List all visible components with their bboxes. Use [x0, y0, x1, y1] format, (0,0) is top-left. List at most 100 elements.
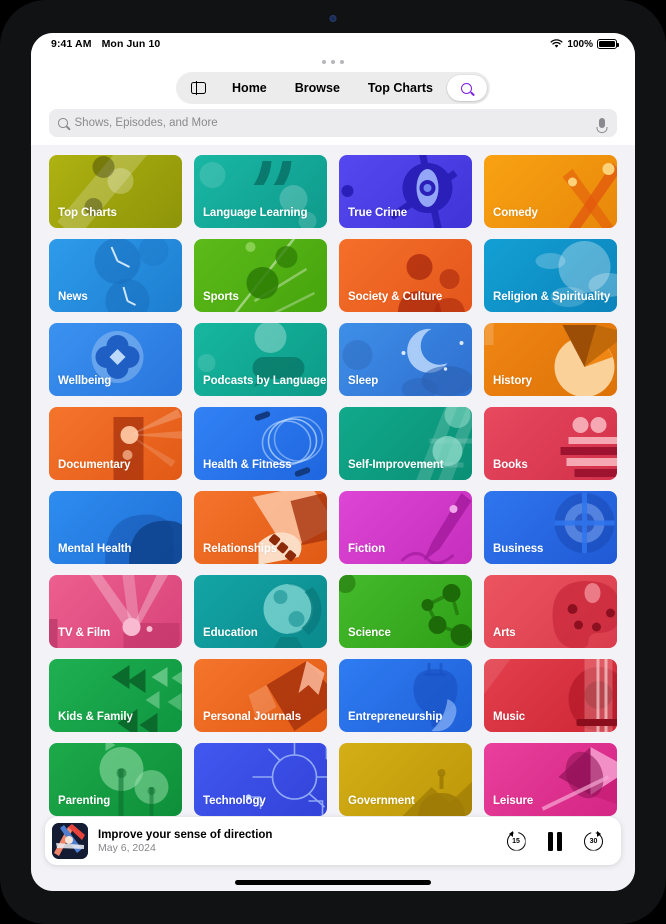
category-label: Education — [203, 627, 258, 639]
category-tile[interactable]: Language Learning — [194, 155, 327, 228]
category-label: Kids & Family — [58, 711, 133, 723]
status-time: 9:41 AM — [51, 38, 92, 50]
category-tile[interactable]: Comedy — [484, 155, 617, 228]
category-tile[interactable]: Podcasts by Language — [194, 323, 327, 396]
category-tile[interactable]: Government — [339, 743, 472, 816]
now-playing-bar[interactable]: Improve your sense of direction May 6, 2… — [45, 817, 621, 865]
status-bar-right: 100% — [550, 38, 619, 50]
tab-group: Home Browse Top Charts — [176, 72, 490, 104]
category-tile[interactable]: True Crime — [339, 155, 472, 228]
category-label: Sleep — [348, 375, 379, 387]
category-label: News — [58, 291, 88, 303]
wifi-icon — [550, 39, 563, 48]
category-grid: Top Charts Language Learning True Crime … — [49, 155, 617, 816]
category-label: Leisure — [493, 795, 534, 807]
category-tile[interactable]: Relationships — [194, 491, 327, 564]
category-tile[interactable]: Fiction — [339, 491, 472, 564]
category-label: TV & Film — [58, 627, 111, 639]
home-indicator[interactable] — [235, 879, 431, 885]
multitasking-handle[interactable] — [31, 55, 635, 69]
category-label: Comedy — [493, 207, 538, 219]
category-tile[interactable]: Entrepreneurship — [339, 659, 472, 732]
category-tile[interactable]: Books — [484, 407, 617, 480]
category-label: Technology — [203, 795, 266, 807]
skip-forward-30-icon[interactable]: 30 — [584, 831, 603, 851]
category-tile[interactable]: Leisure — [484, 743, 617, 816]
pause-icon[interactable] — [547, 831, 562, 851]
category-label: True Crime — [348, 207, 408, 219]
category-tile[interactable]: Documentary — [49, 407, 182, 480]
category-label: Language Learning — [203, 207, 308, 219]
category-tile[interactable]: Personal Journals — [194, 659, 327, 732]
category-label: Self-Improvement — [348, 459, 444, 471]
skip-forward-label: 30 — [589, 837, 598, 845]
category-label: Mental Health — [58, 543, 132, 555]
home-indicator-area — [31, 873, 635, 891]
search-bar-container: Shows, Episodes, and More — [31, 109, 635, 145]
category-tile[interactable]: Health & Fitness — [194, 407, 327, 480]
category-label: Fiction — [348, 543, 385, 555]
category-tile[interactable]: Education — [194, 575, 327, 648]
category-label: Top Charts — [58, 207, 117, 219]
category-label: Music — [493, 711, 526, 723]
category-label: Relationships — [203, 543, 278, 555]
category-label: Religion & Spirituality — [493, 291, 611, 303]
category-tile[interactable]: Arts — [484, 575, 617, 648]
battery-full-icon — [597, 39, 619, 49]
search-icon — [461, 82, 473, 94]
category-tile[interactable]: Technology — [194, 743, 327, 816]
now-playing-title: Improve your sense of direction — [98, 828, 273, 841]
category-tile[interactable]: Self-Improvement — [339, 407, 472, 480]
category-label: Society & Culture — [348, 291, 443, 303]
tab-top-charts[interactable]: Top Charts — [354, 75, 447, 101]
category-tile[interactable]: Sleep — [339, 323, 472, 396]
category-label: History — [493, 375, 532, 387]
category-label: Health & Fitness — [203, 459, 292, 471]
search-button[interactable] — [446, 75, 487, 101]
category-tile[interactable]: Parenting — [49, 743, 182, 816]
category-tile[interactable]: Society & Culture — [339, 239, 472, 312]
category-label: Business — [493, 543, 544, 555]
search-icon — [58, 118, 68, 128]
tab-browse[interactable]: Browse — [281, 75, 354, 101]
category-tile[interactable]: Kids & Family — [49, 659, 182, 732]
microphone-icon[interactable] — [599, 118, 605, 128]
status-bar-left: 9:41 AM Mon Jun 10 — [51, 38, 160, 50]
category-tile[interactable]: Music — [484, 659, 617, 732]
category-tile[interactable]: Sports — [194, 239, 327, 312]
search-input[interactable]: Shows, Episodes, and More — [49, 109, 617, 137]
category-grid-scroll[interactable]: Top Charts Language Learning True Crime … — [31, 145, 635, 817]
category-tile[interactable]: Top Charts — [49, 155, 182, 228]
category-tile[interactable]: Science — [339, 575, 472, 648]
category-label: Documentary — [58, 459, 131, 471]
category-tile[interactable]: Mental Health — [49, 491, 182, 564]
now-playing-text: Improve your sense of direction May 6, 2… — [88, 829, 507, 854]
front-camera-icon — [329, 15, 337, 22]
category-tile[interactable]: TV & Film — [49, 575, 182, 648]
category-tile[interactable]: Wellbeing — [49, 323, 182, 396]
skip-back-15-icon[interactable]: 15 — [506, 831, 526, 851]
category-label: Arts — [493, 627, 516, 639]
now-playing-container: Improve your sense of direction May 6, 2… — [31, 817, 635, 873]
category-label: Sports — [203, 291, 239, 303]
category-tile[interactable]: History — [484, 323, 617, 396]
podcast-artwork — [52, 823, 88, 859]
category-label: Entrepreneurship — [348, 711, 443, 723]
sidebar-toggle-button[interactable] — [179, 75, 218, 101]
category-label: Personal Journals — [203, 711, 302, 723]
category-tile[interactable]: Religion & Spirituality — [484, 239, 617, 312]
multitask-dot — [340, 60, 344, 64]
now-playing-date: May 6, 2024 — [98, 841, 156, 854]
status-bar: 9:41 AM Mon Jun 10 100% — [31, 33, 635, 55]
category-tile[interactable]: Business — [484, 491, 617, 564]
battery-percent-label: 100% — [567, 38, 593, 50]
category-label: Books — [493, 459, 528, 471]
category-tile[interactable]: News — [49, 239, 182, 312]
category-label: Parenting — [58, 795, 111, 807]
category-label: Government — [348, 795, 415, 807]
navigation-bar: Home Browse Top Charts — [31, 69, 635, 109]
category-label: Science — [348, 627, 391, 639]
search-placeholder: Shows, Episodes, and More — [74, 117, 218, 129]
category-label: Podcasts by Language — [203, 375, 327, 387]
tab-home[interactable]: Home — [218, 75, 281, 101]
